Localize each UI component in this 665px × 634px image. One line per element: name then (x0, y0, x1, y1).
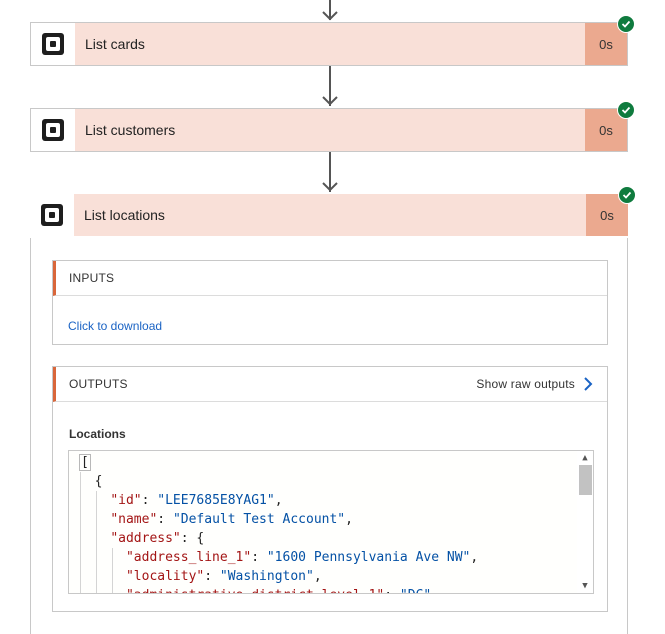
code-line: "address": { (79, 529, 575, 548)
scroll-thumb[interactable] (579, 465, 592, 495)
arrow-down-icon (321, 0, 339, 22)
code-line: "locality": "Washington", (79, 567, 575, 586)
code-punctuation: , (345, 512, 353, 527)
code-punctuation: , (274, 493, 283, 508)
code-punctuation: [ (79, 454, 91, 471)
code-separator: : (141, 493, 158, 508)
outputs-header: OUTPUTS Show raw outputs (53, 367, 607, 402)
code-value: "Washington" (219, 569, 314, 584)
code-punctuation: , (313, 569, 322, 584)
check-circle-icon (618, 186, 636, 204)
square-logo-icon (31, 23, 75, 65)
download-link[interactable]: Click to download (68, 319, 162, 333)
show-raw-outputs-button[interactable]: Show raw outputs (476, 367, 593, 401)
step-list-cards[interactable]: List cards 0s (30, 15, 635, 66)
chevron-right-icon (584, 377, 593, 391)
step-list-locations: List locations 0s INPUTS Click to downlo… (30, 186, 636, 634)
code-value: "Default Test Account" (172, 512, 346, 527)
raw-outputs-label: Show raw outputs (476, 377, 575, 391)
arrow-down-icon (321, 152, 339, 194)
code-separator: : (180, 531, 197, 546)
check-circle-icon (617, 15, 635, 33)
square-logo-icon (31, 109, 75, 151)
locations-label: Locations (69, 427, 126, 441)
code-line: "name": "Default Test Account", (79, 510, 575, 529)
step-header[interactable]: List locations 0s (30, 186, 636, 239)
step-title: List cards (75, 23, 585, 65)
step-list-customers[interactable]: List customers 0s (30, 101, 635, 152)
outputs-heading: OUTPUTS (69, 377, 128, 391)
step-title: List customers (75, 109, 585, 151)
code-separator: : (157, 512, 173, 527)
scroll-down-icon[interactable]: ▼ (580, 581, 590, 591)
square-logo-icon (30, 194, 74, 236)
code-punctuation: { (94, 474, 103, 489)
step-title: List locations (74, 194, 586, 236)
code-value: "DC" (400, 588, 431, 593)
code-line: "address_line_1": "1600 Pennsylvania Ave… (79, 548, 575, 567)
scroll-up-icon[interactable]: ▲ (580, 453, 590, 463)
code-value: "LEE7685E8YAG1" (157, 493, 275, 508)
code-line: "administrative_district_level_1": "DC", (79, 586, 575, 593)
code-line: [ (79, 453, 575, 472)
code-key: "address_line_1" (125, 550, 252, 565)
arrow-down-icon (321, 66, 339, 108)
code-key: "locality" (125, 569, 205, 584)
code-key: "id" (110, 493, 142, 508)
locations-json-viewer[interactable]: [ { "id": "LEE7685E8YAG1", "name": "Defa… (68, 450, 594, 594)
inputs-panel: INPUTS Click to download (52, 260, 608, 345)
inputs-heading: INPUTS (53, 261, 607, 296)
outputs-panel: OUTPUTS Show raw outputs Locations [ { "… (52, 366, 608, 612)
check-circle-icon (617, 101, 635, 119)
code-punctuation: , (431, 588, 439, 593)
code-separator: : (204, 569, 220, 584)
code-key: "address" (110, 531, 181, 546)
code-scrollbar[interactable]: ▲ ▼ (577, 451, 593, 593)
code-value: "1600 Pennsylvania Ave NW" (266, 550, 471, 565)
code-key: "administrative_district_level_1" (126, 588, 384, 593)
code-separator: : (251, 550, 267, 565)
code-separator: : (384, 588, 400, 593)
code-line: "id": "LEE7685E8YAG1", (79, 491, 575, 510)
code-key: "name" (110, 512, 158, 527)
code-punctuation: { (196, 531, 205, 546)
code-line: { (79, 472, 575, 491)
code-punctuation: , (470, 550, 479, 565)
